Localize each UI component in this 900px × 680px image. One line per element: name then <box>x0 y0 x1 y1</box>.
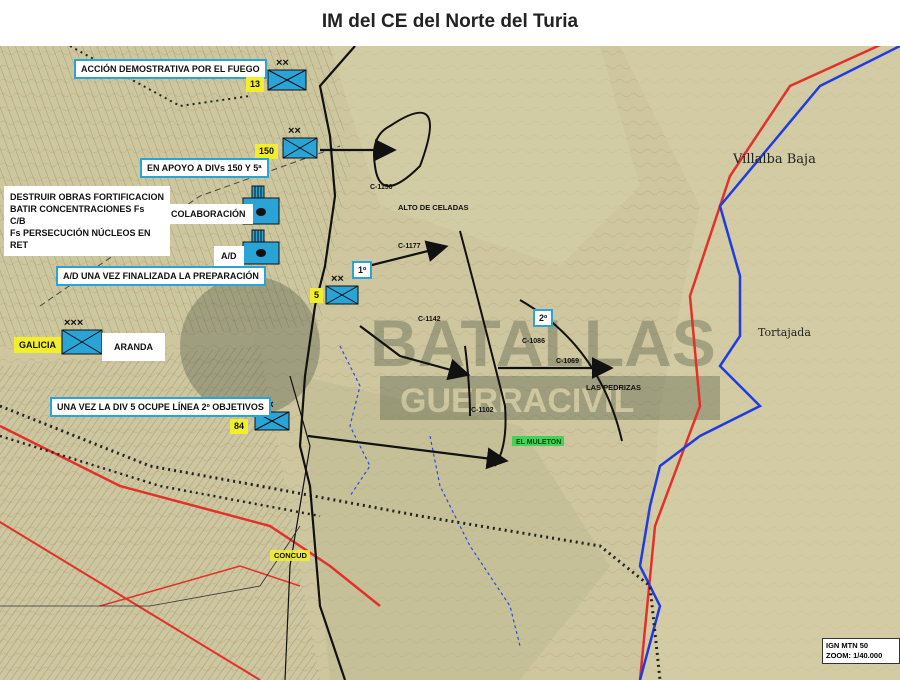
label-aranda: ARANDA <box>102 333 165 361</box>
height-c1142: C-1142 <box>418 316 441 323</box>
height-c1102: C-1102 <box>471 407 494 414</box>
unit-number-150: 150 <box>255 144 279 159</box>
label-galicia: GALICIA <box>14 337 61 353</box>
svg-text:×××: ××× <box>64 317 83 329</box>
scale-line1: IGN MTN 50 <box>826 641 869 650</box>
height-c1150: C-1150 <box>370 184 393 191</box>
objective-1: 1º <box>352 261 373 279</box>
svg-text:××: ×× <box>288 125 301 137</box>
map-title: IM del CE del Norte del Turia <box>321 11 579 32</box>
unit-number-84: 84 <box>230 419 249 434</box>
label-colaboracion: COLABORACIÓN <box>164 204 253 224</box>
label-destruir-line3: C/B <box>10 216 26 226</box>
town-villalba: Villalba Baja <box>732 152 816 167</box>
height-c1177: C-1177 <box>398 243 421 250</box>
label-ad-preparacion: A/D UNA VEZ FINALIZADA LA PREPARACIÓN <box>56 266 266 286</box>
scale-box: IGN MTN 50 ZOOM: 1/40.000 <box>822 638 900 664</box>
place-las-pedrizas: LAS PEDRIZAS <box>586 383 641 392</box>
objective-2: 2º <box>533 309 554 327</box>
place-el-muleton: EL MULETON <box>516 439 561 446</box>
label-destruir-line4: Fs PERSECUCIÓN NÚCLEOS EN RET <box>10 228 151 250</box>
label-destruir-line1: DESTRUIR OBRAS FORTIFICACION <box>10 192 164 202</box>
label-destruir-block: DESTRUIR OBRAS FORTIFICACION BATIR CONCE… <box>4 186 170 256</box>
height-c1069: C-1069 <box>556 358 579 365</box>
place-concud: CONCUD <box>274 551 307 560</box>
svg-text:××: ×× <box>331 273 344 285</box>
label-accion-demostrativa: ACCIÓN DEMOSTRATIVA POR EL FUEGO <box>74 59 267 79</box>
label-una-vez-div5: UNA VEZ LA DIV 5 OCUPE LÍNEA 2º OBJETIVO… <box>50 397 271 417</box>
unit-number-13: 13 <box>246 77 265 92</box>
scale-line2: ZOOM: 1/40.000 <box>826 651 883 660</box>
place-alto-celadas: ALTO DE CELADAS <box>398 203 469 212</box>
town-tortajada: Tortajada <box>758 326 811 339</box>
label-en-apoyo: EN APOYO A DIVs 150 Y 5ª <box>140 158 269 178</box>
label-destruir-line2: BATIR CONCENTRACIONES Fs <box>10 204 145 214</box>
label-ad: A/D <box>214 246 244 266</box>
unit-number-5: 5 <box>310 288 324 303</box>
svg-text:××: ×× <box>276 57 289 69</box>
topographic-map: BATALLAS GUERRACIVIL Villalba Baja Torta… <box>0 46 900 680</box>
height-c1086: C-1086 <box>522 338 545 345</box>
